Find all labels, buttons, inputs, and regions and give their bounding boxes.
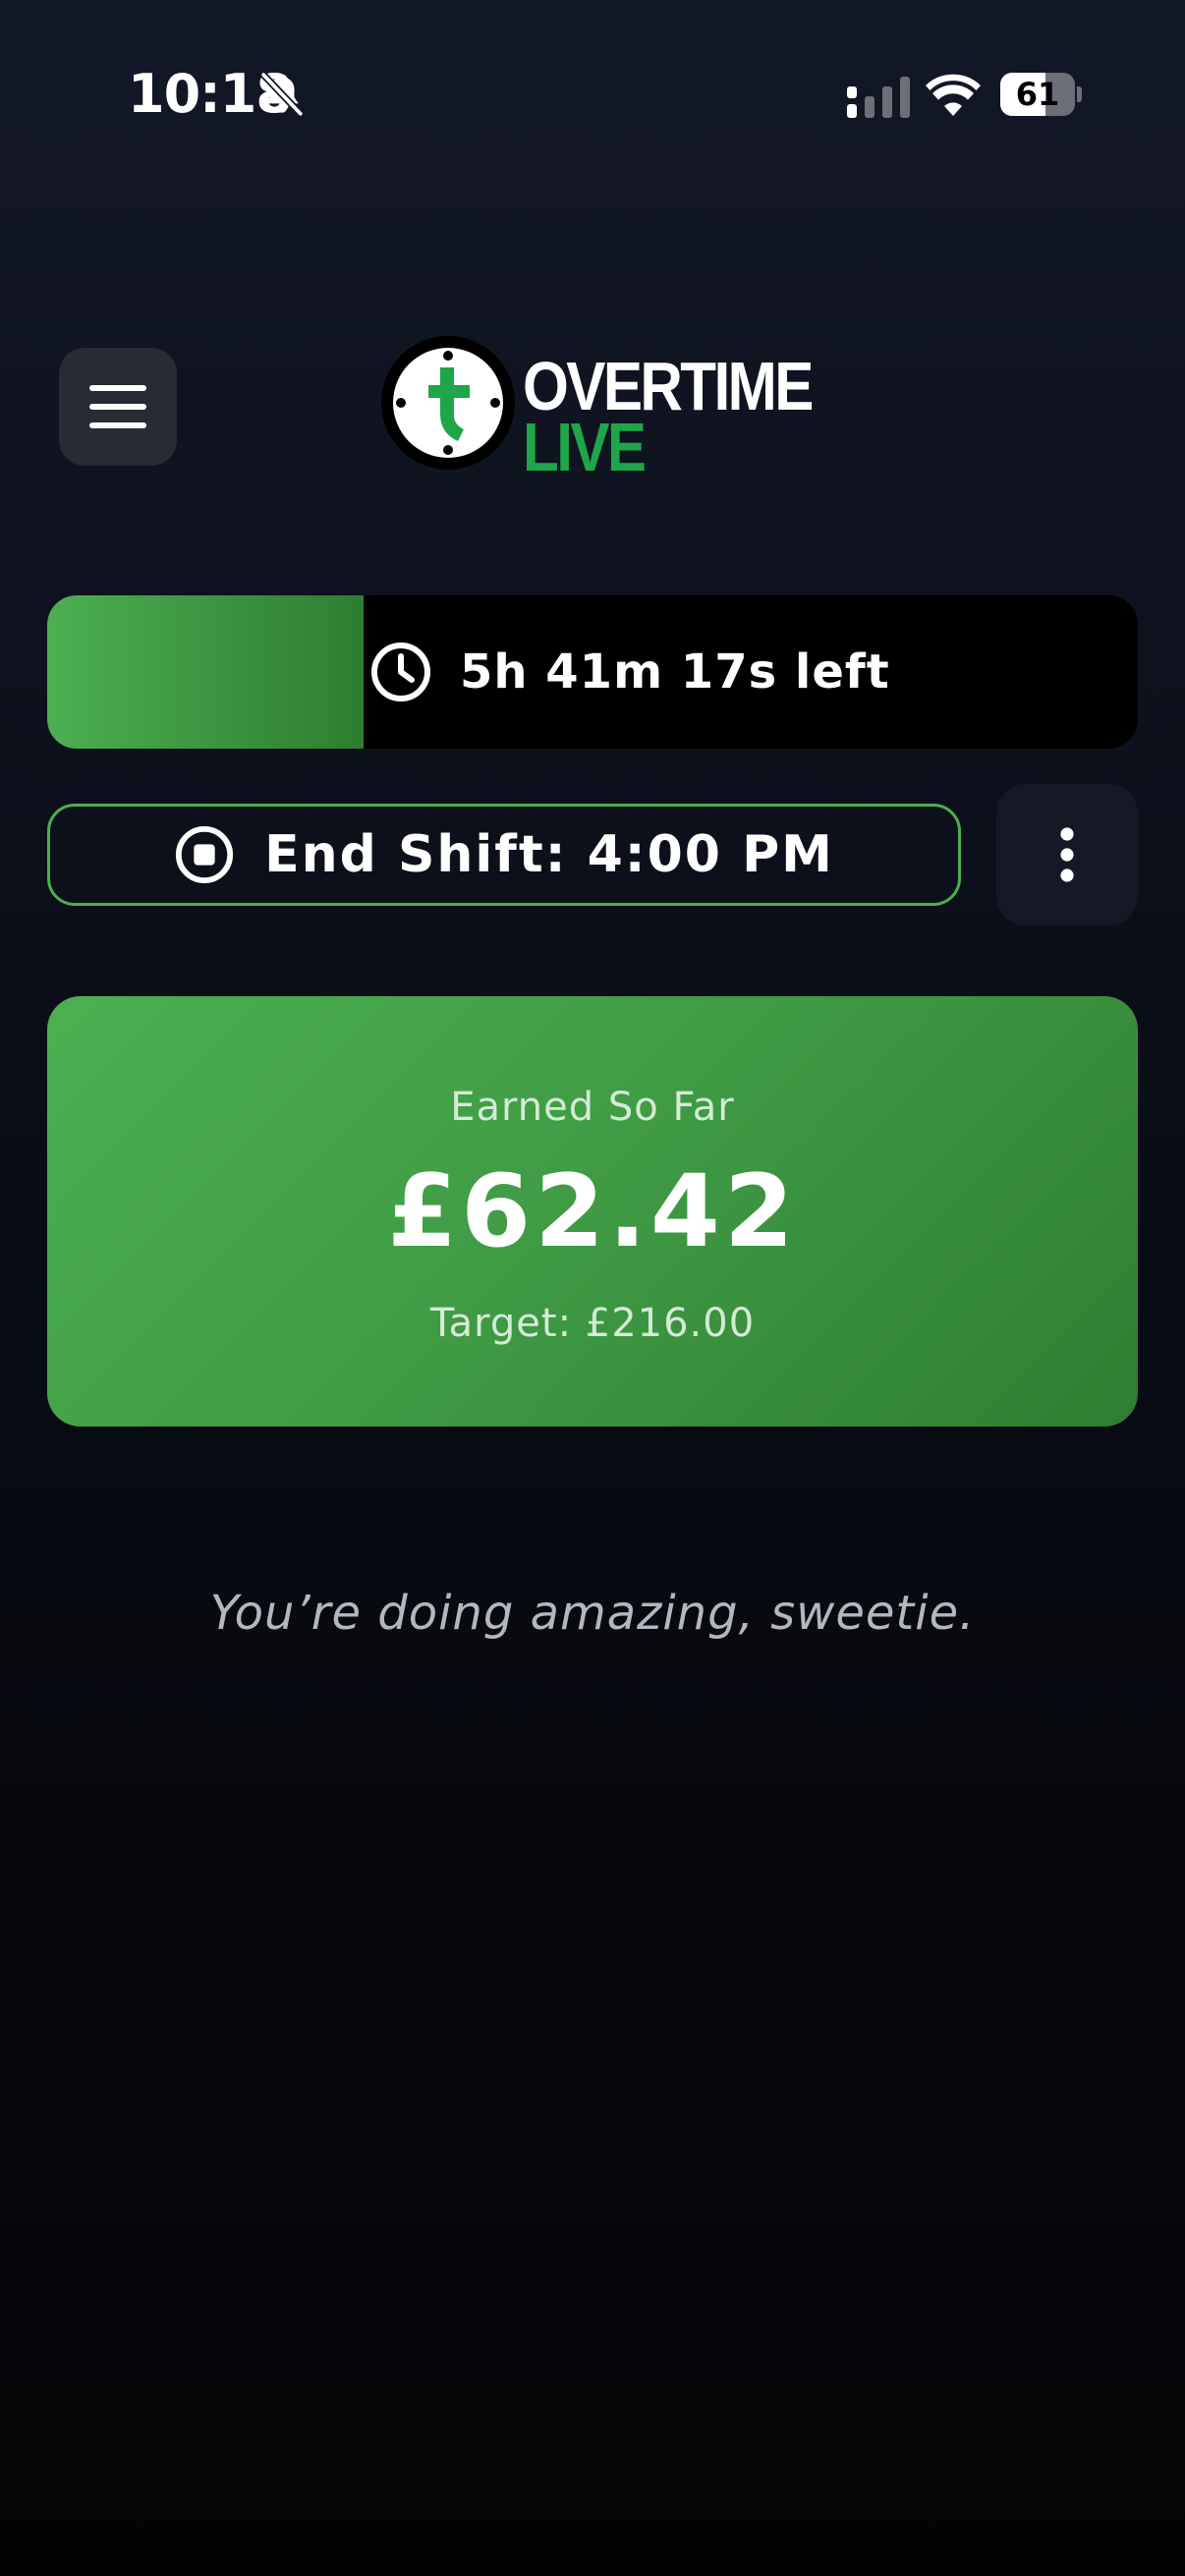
countdown-progress-fill [47,595,364,749]
encouragement-message: You’re doing amazing, sweetie. [209,1586,976,1641]
more-vertical-icon [1060,827,1074,882]
cellular-signal-icon [847,77,910,118]
clock-icon [371,643,430,701]
time-left-text: 5h 41m 17s left [460,644,890,700]
bell-slash-icon [260,72,304,117]
end-shift-button[interactable]: End Shift: 4:00 PM [47,804,961,906]
wifi-icon [926,74,981,116]
app-logo: OVERTIME LIVE [379,334,831,481]
target-label: Target: £216.00 [429,1301,756,1346]
shift-countdown-bar: 5h 41m 17s left [47,595,1138,749]
battery-icon: 61 [1000,73,1082,116]
menu-button[interactable] [59,348,177,466]
earned-label: Earned So Far [450,1085,735,1130]
stop-circle-icon [176,825,234,884]
hamburger-menu-icon [89,385,146,428]
logo-word-live: LIVE [523,409,647,485]
earned-value: £62.42 [387,1153,798,1270]
more-options-button[interactable] [996,784,1138,925]
end-shift-label: End Shift: 4:00 PM [264,825,834,884]
status-bar: 10:18 61 [0,0,1185,196]
clock-t-logo-icon [381,336,515,470]
battery-level: 61 [1015,76,1060,113]
earnings-card: Earned So Far £62.42 Target: £216.00 [47,996,1138,1427]
